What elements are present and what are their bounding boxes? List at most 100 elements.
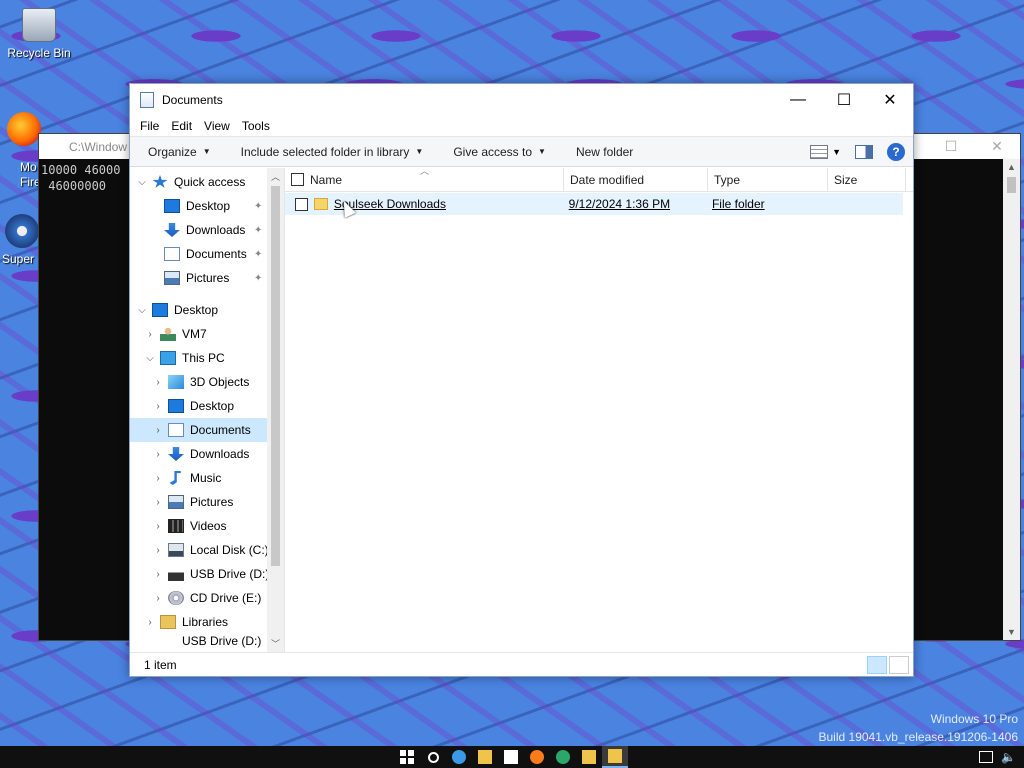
- minimize-button[interactable]: —: [775, 84, 821, 115]
- file-row[interactable]: Soulseek Downloads 9/12/2024 1:36 PM Fil…: [285, 193, 903, 215]
- taskbar-explorer-active[interactable]: [602, 746, 628, 768]
- menu-view[interactable]: View: [198, 119, 236, 133]
- explorer-window[interactable]: Documents — ☐ ✕ File Edit View Tools Org…: [129, 83, 914, 677]
- scroll-down-icon[interactable]: ﹀: [267, 637, 284, 650]
- taskbar-app[interactable]: [550, 746, 576, 768]
- give-access-button[interactable]: Give access to ▼: [443, 145, 556, 159]
- column-header-name[interactable]: Name: [310, 167, 564, 192]
- nav-usb-drive[interactable]: › USB Drive (D:): [130, 562, 284, 586]
- nav-quick-pictures[interactable]: Pictures ✦: [130, 266, 284, 290]
- desktop-icon-super[interactable]: Super: [2, 214, 42, 266]
- expand-arrow-icon[interactable]: ›: [144, 329, 156, 340]
- sort-ascending-icon: ︿: [420, 166, 430, 176]
- column-header-date[interactable]: Date modified: [564, 167, 708, 192]
- chevron-down-icon[interactable]: ▼: [832, 147, 841, 157]
- maximize-icon[interactable]: ☐: [928, 138, 974, 155]
- taskbar-firefox[interactable]: [524, 746, 550, 768]
- large-icons-view-icon[interactable]: [889, 655, 909, 674]
- star-icon: [152, 175, 168, 188]
- details-view-icon[interactable]: [867, 655, 887, 674]
- change-view-icon[interactable]: [810, 144, 829, 159]
- network-icon[interactable]: [979, 751, 994, 763]
- expand-arrow-icon[interactable]: ›: [152, 545, 164, 556]
- expand-arrow-icon[interactable]: ›: [152, 521, 164, 532]
- desktop-icon-label: Recycle Bin: [7, 46, 71, 60]
- help-icon[interactable]: ?: [887, 142, 905, 161]
- file-list-pane[interactable]: ︿ Name Date modified Type Size Soulseek …: [285, 166, 913, 652]
- expand-arrow-icon[interactable]: ›: [152, 593, 164, 604]
- scroll-up-icon[interactable]: ︿: [267, 170, 284, 183]
- taskbar-store[interactable]: [498, 746, 524, 768]
- expand-arrow-icon[interactable]: ›: [152, 401, 164, 412]
- expand-arrow-icon[interactable]: ⌵: [136, 305, 148, 316]
- select-all-checkbox[interactable]: [291, 173, 304, 186]
- row-checkbox[interactable]: [295, 197, 308, 211]
- column-header-type[interactable]: Type: [708, 167, 828, 192]
- nav-label: Music: [190, 471, 222, 485]
- preview-pane-icon[interactable]: [855, 144, 873, 159]
- expand-arrow-icon[interactable]: ⌵: [136, 177, 148, 188]
- nav-local-disk[interactable]: › Local Disk (C:): [130, 538, 284, 562]
- desktop-icon-recycle-bin[interactable]: Recycle Bin: [4, 8, 74, 60]
- volume-icon[interactable]: 🔈: [1001, 750, 1016, 764]
- nav-usb-drive-root[interactable]: USB Drive (D:): [130, 634, 284, 648]
- nav-vm7[interactable]: › VM7: [130, 322, 284, 346]
- folder-icon: [608, 749, 622, 763]
- console-scrollbar[interactable]: ▲ ▼: [1003, 159, 1020, 640]
- nav-this-pc[interactable]: ⌵ This PC: [130, 346, 284, 370]
- nav-pc-documents[interactable]: › Documents: [130, 418, 284, 442]
- scroll-down-icon[interactable]: ▼: [1003, 627, 1020, 637]
- organize-button[interactable]: Organize ▼: [138, 145, 221, 159]
- menu-file[interactable]: File: [134, 119, 165, 133]
- windows-logo-icon: [400, 750, 414, 764]
- nav-quick-downloads[interactable]: Downloads ✦: [130, 218, 284, 242]
- expand-arrow-icon[interactable]: ›: [152, 569, 164, 580]
- column-header-size[interactable]: Size: [828, 167, 906, 192]
- close-button[interactable]: ✕: [867, 84, 913, 115]
- super-app-icon: [5, 214, 39, 248]
- expand-arrow-icon[interactable]: ›: [152, 473, 164, 484]
- nav-quick-documents[interactable]: Documents ✦: [130, 242, 284, 266]
- include-in-library-button[interactable]: Include selected folder in library ▼: [231, 145, 434, 159]
- nav-3d-objects[interactable]: › 3D Objects: [130, 370, 284, 394]
- expand-arrow-icon[interactable]: ›: [152, 497, 164, 508]
- expand-arrow-icon[interactable]: ⌵: [144, 353, 156, 364]
- file-type: File folder: [711, 197, 765, 211]
- expand-arrow-icon[interactable]: ›: [152, 425, 164, 436]
- taskbar-file-explorer[interactable]: [472, 746, 498, 768]
- nav-pc-pictures[interactable]: › Pictures: [130, 490, 284, 514]
- expand-arrow-icon[interactable]: ›: [152, 377, 164, 388]
- nav-cd-drive[interactable]: › CD Drive (E:): [130, 586, 284, 610]
- nav-quick-access[interactable]: ⌵ Quick access: [130, 170, 284, 194]
- nav-pc-desktop[interactable]: › Desktop: [130, 394, 284, 418]
- scroll-thumb[interactable]: [271, 186, 280, 566]
- file-name[interactable]: Soulseek Downloads: [334, 197, 563, 211]
- nav-desktop-root[interactable]: ⌵ Desktop: [130, 298, 284, 322]
- nav-pc-videos[interactable]: › Videos: [130, 514, 284, 538]
- organize-label: Organize: [148, 144, 197, 159]
- nav-label: VM7: [182, 327, 207, 341]
- menu-tools[interactable]: Tools: [236, 119, 276, 133]
- nav-quick-desktop[interactable]: Desktop ✦: [130, 194, 284, 218]
- nav-scrollbar[interactable]: ︿ ﹀: [267, 168, 284, 652]
- close-icon[interactable]: ✕: [974, 138, 1020, 155]
- new-folder-button[interactable]: New folder: [566, 145, 643, 159]
- maximize-button[interactable]: ☐: [821, 84, 867, 115]
- scroll-thumb[interactable]: [1007, 177, 1016, 193]
- explorer-titlebar[interactable]: Documents — ☐ ✕: [130, 84, 913, 115]
- menu-edit[interactable]: Edit: [165, 119, 198, 133]
- start-button[interactable]: [394, 746, 420, 768]
- nav-label: Documents: [186, 247, 247, 261]
- expand-arrow-icon[interactable]: ›: [144, 617, 156, 628]
- windows-watermark: Windows 10 Pro Build 19041.vb_release.19…: [819, 712, 1019, 744]
- expand-arrow-icon[interactable]: ›: [152, 449, 164, 460]
- taskbar-folder[interactable]: [576, 746, 602, 768]
- scroll-up-icon[interactable]: ▲: [1003, 162, 1020, 172]
- taskbar-ie[interactable]: [446, 746, 472, 768]
- column-label: Type: [714, 172, 741, 187]
- search-button[interactable]: [420, 746, 446, 768]
- nav-libraries[interactable]: › Libraries: [130, 610, 284, 634]
- navigation-pane[interactable]: ⌵ Quick access Desktop ✦ Downloads ✦ Docume…: [130, 168, 285, 652]
- nav-pc-music[interactable]: › Music: [130, 466, 284, 490]
- nav-pc-downloads[interactable]: › Downloads: [130, 442, 284, 466]
